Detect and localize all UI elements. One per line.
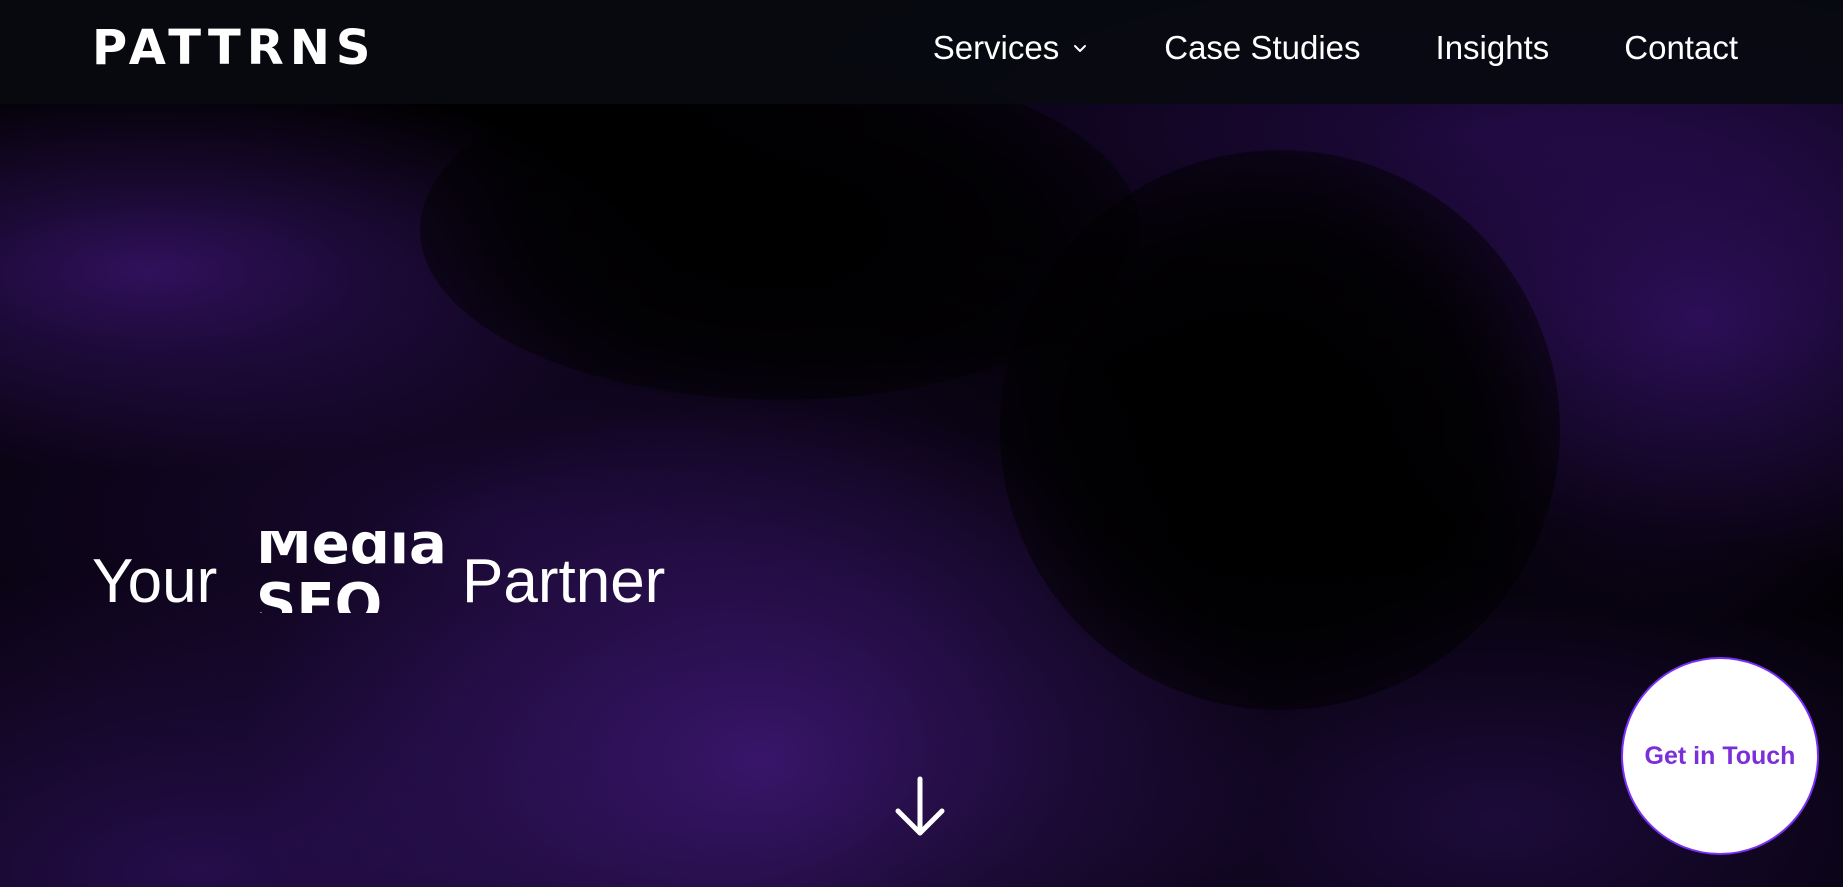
rotating-word: SEO	[256, 572, 383, 614]
page: PATTRNS Services Case Studies Insights C…	[0, 0, 1843, 887]
arrow-down-icon[interactable]	[893, 775, 947, 839]
nav-item-label: Services	[932, 29, 1060, 66]
nav-item-label: Contact	[1624, 29, 1738, 66]
rotating-word-window: Media SEO	[256, 531, 456, 613]
hero-prefix: Your	[92, 547, 218, 616]
chevron-down-icon	[1074, 45, 1087, 52]
rotating-word: Media	[256, 531, 447, 577]
hero-suffix: Partner	[462, 547, 666, 616]
nav-item-label: Insights	[1435, 29, 1550, 66]
get-in-touch-button[interactable]: Get in Touch	[1621, 657, 1819, 855]
nav-item-label: Case Studies	[1164, 29, 1361, 66]
nav-item-case-studies[interactable]: Case Studies	[1164, 26, 1360, 70]
background-shape	[420, 60, 1140, 400]
nav-item-insights[interactable]: Insights	[1436, 26, 1550, 70]
get-in-touch-label: Get in Touch	[1644, 741, 1796, 770]
site-header: PATTRNS Services Case Studies Insights C…	[0, 0, 1843, 104]
nav-item-contact[interactable]: Contact	[1624, 26, 1738, 70]
main-nav: Services Case Studies Insights Contact	[933, 26, 1738, 70]
nav-item-services[interactable]: Services	[933, 26, 1090, 70]
logo[interactable]: PATTRNS	[92, 20, 376, 76]
